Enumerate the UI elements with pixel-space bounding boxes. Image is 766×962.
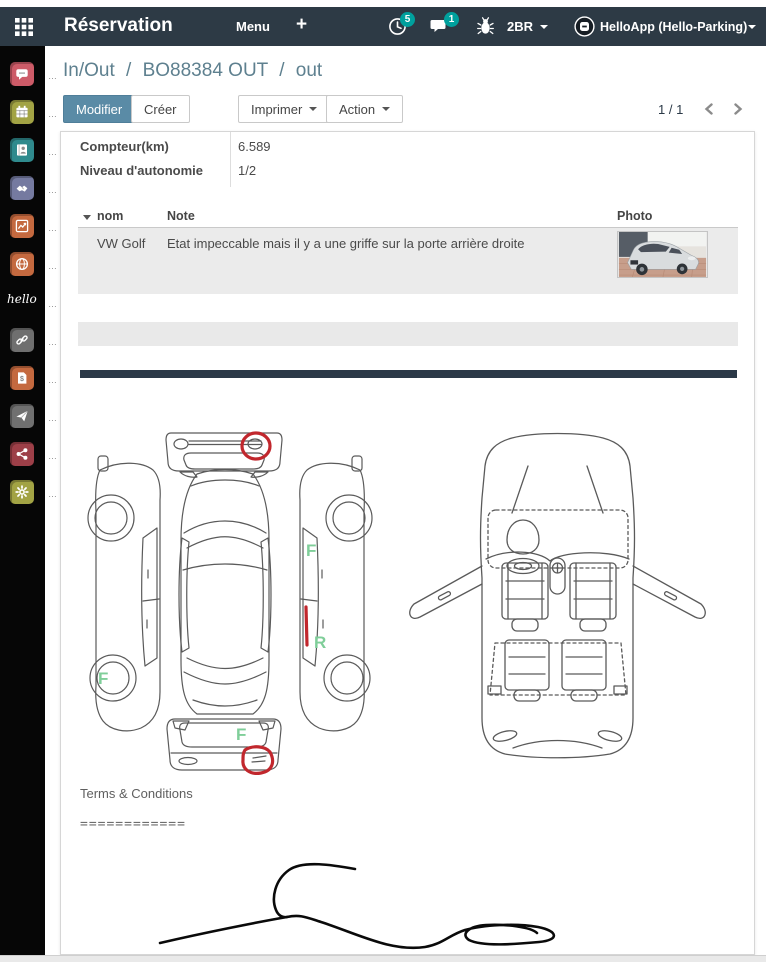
report-divider-rule	[80, 370, 737, 378]
action-label: Action	[339, 102, 375, 117]
breadcrumb-record[interactable]: BO88384 OUT	[143, 60, 268, 81]
breadcrumb-separator: /	[279, 60, 284, 81]
invoice-document-icon: $	[10, 366, 34, 390]
empty-section-placeholder	[78, 322, 738, 346]
top-navbar: Réservation Menu + 5 1	[0, 7, 766, 46]
top-view	[179, 470, 271, 715]
svg-text:$: $	[20, 376, 24, 383]
company-switcher[interactable]: 2BR	[507, 19, 533, 34]
breadcrumb: In/Out / BO88384 OUT / out	[63, 60, 322, 82]
globe-icon	[10, 252, 34, 276]
hello-logo: hello	[7, 292, 37, 306]
rear-seats	[488, 640, 627, 701]
pager-value: 1 / 1	[658, 102, 683, 117]
car-outline	[481, 434, 635, 758]
field-value-compteur: 6.589	[238, 139, 271, 154]
cell-nom: VW Golf	[97, 236, 145, 251]
sidebar-label: …	[48, 261, 58, 271]
user-menu[interactable]: HelloApp (Hello-Parking)	[600, 20, 747, 34]
sidebar-label: …	[48, 185, 58, 195]
sidebar-label: …	[48, 337, 58, 347]
sidebar-item-discuss[interactable]: …	[0, 62, 70, 90]
page: Réservation Menu + 5 1	[0, 0, 766, 962]
gear-console	[550, 558, 565, 594]
line-chart-icon	[10, 214, 34, 238]
signature	[143, 848, 573, 958]
breadcrumb-in-out[interactable]: In/Out	[63, 60, 115, 81]
paper-plane-icon	[10, 404, 34, 428]
column-header-nom[interactable]: nom	[83, 209, 123, 223]
chat-bubble-icon	[10, 62, 34, 86]
vehicle-photo[interactable]	[617, 231, 708, 278]
handshake-icon	[10, 176, 34, 200]
pager-previous-icon[interactable]	[698, 98, 720, 120]
breadcrumb-current: out	[296, 60, 322, 81]
red-scribble-rear-bumper	[243, 747, 273, 774]
left-side-view	[88, 456, 160, 731]
terms-title: Terms & Conditions	[80, 786, 193, 801]
sidebar-item-calendar[interactable]: …	[0, 100, 70, 128]
red-circle-front-headlight	[242, 433, 270, 459]
label-rear-front: F	[236, 725, 246, 744]
notes-table-header: nom Note Photo	[78, 207, 738, 228]
contact-book-icon	[10, 138, 34, 162]
field-label-autonomie: Niveau d'autonomie	[80, 163, 203, 178]
modifier-button[interactable]: Modifier	[63, 95, 135, 123]
caret-down-icon	[382, 107, 390, 111]
gear-icon	[10, 480, 34, 504]
sidebar-label: …	[48, 451, 58, 461]
sidebar-label: …	[48, 223, 58, 233]
apps-grid-icon[interactable]	[14, 17, 34, 37]
notes-table-row[interactable]: VW Golf Etat impeccable mais il y a une …	[78, 228, 738, 294]
chain-link-icon	[10, 328, 34, 352]
right-side-view	[300, 456, 372, 731]
company-caret-icon	[540, 25, 548, 29]
imprimer-label: Imprimer	[251, 102, 302, 117]
cell-note: Etat impeccable mais il y a une griffe s…	[167, 236, 597, 251]
user-avatar[interactable]	[574, 16, 595, 37]
label-wheel-front: F	[98, 669, 108, 688]
sort-desc-icon	[83, 215, 91, 220]
damage-diagram: F R F F	[85, 420, 375, 780]
sidebar-label: …	[48, 147, 58, 157]
action-button[interactable]: Action	[326, 95, 403, 123]
field-label-compteur: Compteur(km)	[80, 139, 169, 154]
field-column-divider	[230, 132, 231, 187]
caret-down-icon	[309, 107, 317, 111]
sidebar-label: …	[48, 413, 58, 423]
creer-button[interactable]: Créer	[131, 95, 190, 123]
sidebar-label: …	[48, 299, 58, 309]
messages-badge: 1	[444, 12, 459, 27]
activities-badge: 5	[400, 12, 415, 27]
calendar-icon	[10, 100, 34, 124]
label-side-rear: R	[314, 633, 326, 652]
menu-button[interactable]: Menu	[236, 19, 270, 34]
red-line-rear-door	[306, 607, 307, 645]
rear-view	[167, 719, 281, 770]
app-sidebar: … … … … …	[0, 46, 45, 955]
breadcrumb-separator: /	[126, 60, 131, 81]
open-doors	[410, 566, 706, 618]
debug-bug-icon[interactable]	[477, 17, 494, 36]
new-record-button[interactable]: +	[296, 14, 307, 36]
column-header-note[interactable]: Note	[167, 209, 195, 223]
field-value-autonomie: 1/2	[238, 163, 256, 178]
share-network-icon	[10, 442, 34, 466]
app-title: Réservation	[64, 15, 173, 37]
pager-next-icon[interactable]	[727, 98, 749, 120]
interior-diagram	[400, 418, 755, 773]
sidebar-label: …	[48, 71, 58, 81]
label-side-front: F	[306, 541, 316, 560]
imprimer-button[interactable]: Imprimer	[238, 95, 330, 123]
column-header-photo[interactable]: Photo	[617, 209, 652, 223]
user-menu-caret-icon	[748, 25, 756, 29]
sidebar-label: …	[48, 489, 58, 499]
sidebar-label: …	[48, 109, 58, 119]
sidebar-label: …	[48, 375, 58, 385]
bottom-scroll-strip[interactable]	[0, 955, 766, 962]
terms-separator: ============	[80, 817, 186, 832]
